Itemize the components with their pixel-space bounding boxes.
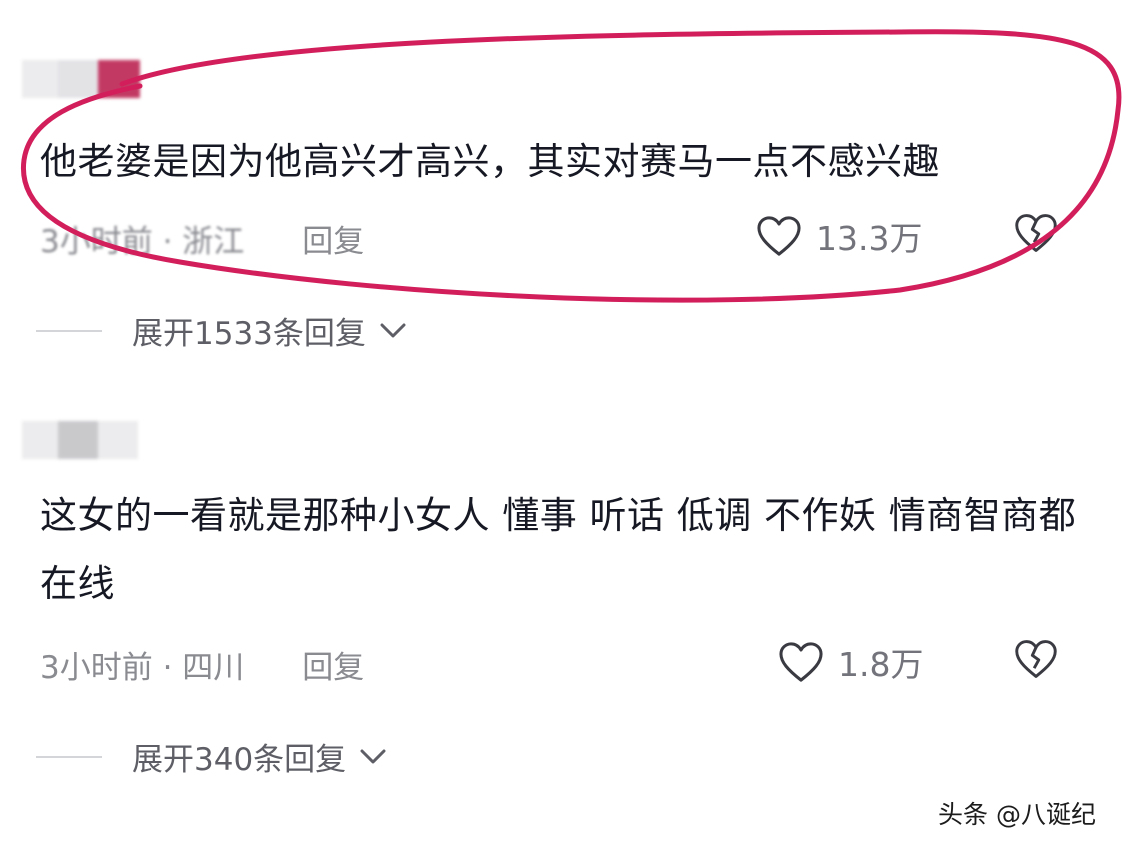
like-button[interactable]: 13.3万 bbox=[756, 212, 922, 260]
expand-replies-button[interactable]: 展开340条回复 bbox=[36, 734, 388, 779]
dislike-button[interactable] bbox=[1014, 212, 1058, 258]
like-count: 1.8万 bbox=[838, 645, 924, 684]
like-button[interactable]: 1.8万 bbox=[778, 638, 923, 686]
time-location: 3小时前 · 浙江 bbox=[40, 224, 245, 260]
reply-button[interactable]: 回复 bbox=[302, 642, 364, 687]
watermark: 头条 @八诞纪 bbox=[938, 800, 1096, 829]
comment-meta: 3小时前 · 四川 回复 bbox=[40, 642, 364, 687]
broken-heart-icon bbox=[1015, 214, 1057, 252]
expand-replies-label: 展开340条回复 bbox=[132, 742, 347, 778]
broken-heart-icon bbox=[1015, 640, 1057, 678]
expand-replies-label: 展开1533条回复 bbox=[132, 316, 366, 352]
time-location: 3小时前 · 四川 bbox=[40, 650, 245, 686]
comment-meta: 3小时前 · 浙江 回复 bbox=[40, 216, 364, 261]
divider-line bbox=[36, 755, 102, 758]
expand-replies-button[interactable]: 展开1533条回复 bbox=[36, 308, 408, 353]
heart-outline-icon bbox=[779, 642, 823, 682]
dislike-button[interactable] bbox=[1014, 638, 1058, 684]
chevron-down-icon bbox=[380, 323, 406, 337]
comment-text: 这女的一看就是那种小女人 懂事 听话 低调 不作妖 情商智商都在线 bbox=[40, 494, 1077, 605]
blurred-username bbox=[22, 60, 140, 98]
divider-line bbox=[36, 329, 102, 332]
reply-button[interactable]: 回复 bbox=[302, 216, 364, 261]
like-count: 13.3万 bbox=[816, 219, 923, 258]
chevron-down-icon bbox=[360, 749, 386, 763]
heart-outline-icon bbox=[757, 216, 801, 256]
blurred-username bbox=[22, 421, 138, 459]
comment-text: 他老婆是因为他高兴才高兴，其实对赛马一点不感兴趣 bbox=[40, 140, 940, 183]
